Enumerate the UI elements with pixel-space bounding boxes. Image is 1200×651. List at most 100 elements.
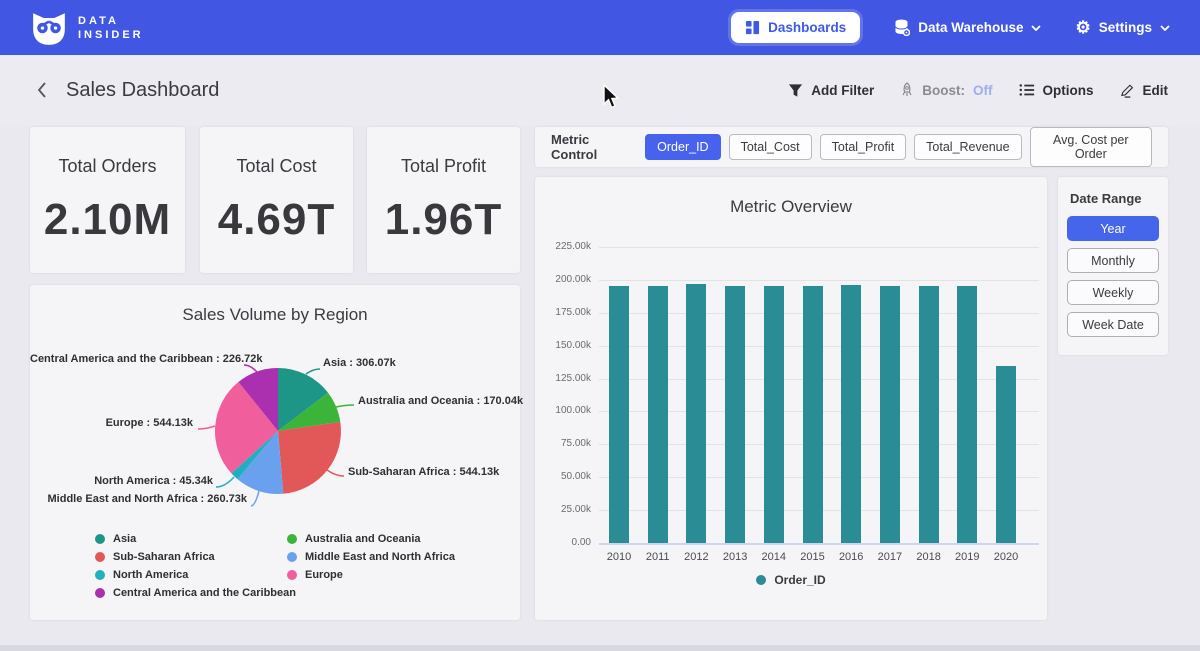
y-axis-tick: 25.00k (539, 504, 591, 515)
bar-chart-legend: Order_ID (535, 573, 1047, 587)
kpi-value: 2.10M (44, 195, 171, 245)
page-title: Sales Dashboard (66, 79, 219, 102)
bar-2012[interactable] (686, 284, 706, 543)
metric-chip-total-cost[interactable]: Total_Cost (729, 134, 812, 160)
x-axis-tick: 2012 (676, 551, 716, 563)
boost-toggle[interactable]: Boost: Off (900, 82, 992, 98)
y-axis-tick: 225.00k (539, 241, 591, 252)
date-range-panel: Date Range Year Monthly Weekly Week Date (1058, 177, 1168, 355)
date-range-week-date-button[interactable]: Week Date (1067, 312, 1159, 337)
pie-label-north-america: North America : 45.34k (30, 475, 213, 487)
date-range-label: Date Range (1070, 191, 1159, 206)
boost-label: Boost: (922, 83, 965, 98)
bar-2015[interactable] (803, 286, 823, 543)
page: DATA INSIDER Dashboards (0, 0, 1200, 651)
x-axis-tick: 2017 (870, 551, 910, 563)
dashboard-header: Sales Dashboard Add Filter Boost: Off (0, 55, 1200, 125)
kpi-label: Total Orders (58, 156, 156, 177)
date-range-weekly-button[interactable]: Weekly (1067, 280, 1159, 305)
settings-menu[interactable]: ⚙ Settings (1075, 19, 1170, 36)
pie-slice-sub-saharan-africa[interactable] (278, 422, 341, 494)
pencil-icon (1120, 83, 1135, 98)
legend-dot (95, 588, 105, 598)
header-actions: Add Filter Boost: Off Options (788, 82, 1168, 98)
metric-chip-total-revenue[interactable]: Total_Revenue (914, 134, 1021, 160)
pie-label-middle-east-and-north-africa: Middle East and North Africa : 260.73k (30, 493, 247, 505)
x-axis-tick: 2019 (947, 551, 987, 563)
kpi-label: Total Profit (401, 156, 486, 177)
x-axis-tick: 2016 (831, 551, 871, 563)
pie-label-asia: Asia : 306.07k (323, 357, 453, 369)
pie-legend-column-2: Australia and Oceania Middle East and Nor… (287, 533, 455, 581)
chevron-down-icon (1160, 25, 1170, 31)
metric-chip-avg-cost-per-order[interactable]: Avg. Cost per Order (1030, 127, 1152, 167)
sales-volume-chart-card: Sales Volume by Region Asia : 306.07kAus… (30, 285, 520, 620)
gridline (599, 247, 1039, 248)
x-axis-tick: 2013 (715, 551, 755, 563)
x-axis-tick: 2010 (599, 551, 639, 563)
date-range-year-button[interactable]: Year (1067, 216, 1159, 241)
bar-chart-title: Metric Overview (535, 197, 1047, 217)
pie-callout-line (336, 405, 354, 407)
x-axis-tick: 2015 (793, 551, 833, 563)
x-axis-tick: 2020 (986, 551, 1026, 563)
bar-2017[interactable] (880, 286, 900, 543)
bar-2011[interactable] (648, 286, 668, 543)
bar-2013[interactable] (725, 286, 745, 543)
pie-callout-line (244, 365, 257, 372)
y-axis-tick: 75.00k (539, 438, 591, 449)
kpi-card-total-profit: Total Profit 1.96T (367, 127, 520, 273)
y-axis-tick: 100.00k (539, 405, 591, 416)
brand-logo: DATA INSIDER (30, 9, 144, 47)
pie-legend-item[interactable]: Middle East and North Africa (287, 551, 455, 563)
pie-legend-item[interactable]: North America (95, 569, 296, 581)
kpi-value: 1.96T (385, 195, 503, 245)
brand-name: DATA INSIDER (78, 14, 144, 42)
chevron-down-icon (1031, 25, 1041, 31)
pie-label-sub-saharan-africa: Sub-Saharan Africa : 544.13k (348, 466, 508, 478)
bar-2020[interactable] (996, 366, 1016, 543)
bar-2016[interactable] (841, 285, 861, 543)
edit-button[interactable]: Edit (1120, 83, 1169, 98)
bar-2018[interactable] (919, 286, 939, 543)
options-button[interactable]: Options (1019, 83, 1094, 98)
data-warehouse-menu[interactable]: Data Warehouse (894, 19, 1041, 36)
boost-state: Off (973, 83, 993, 98)
legend-dot (95, 534, 105, 544)
add-filter-label: Add Filter (811, 83, 874, 98)
kpi-card-total-orders: Total Orders 2.10M (30, 127, 185, 273)
metric-chip-total-profit[interactable]: Total_Profit (820, 134, 907, 160)
bar-2010[interactable] (609, 286, 629, 543)
metric-control-bar: Metric Control Order_ID Total_Cost Total… (535, 127, 1168, 167)
back-button[interactable] (32, 77, 52, 103)
y-axis-tick: 0.00 (539, 537, 591, 548)
metric-chip-order-id[interactable]: Order_ID (645, 134, 720, 160)
date-range-monthly-button[interactable]: Monthly (1067, 248, 1159, 273)
pie-label-europe: Europe : 544.13k (43, 417, 193, 429)
chevron-left-icon (36, 81, 48, 99)
pie-label-central-america-and-the-caribbean: Central America and the Caribbean : 226.… (30, 353, 240, 365)
legend-label: Central America and the Caribbean (113, 587, 296, 599)
pie-legend-item[interactable]: Europe (287, 569, 455, 581)
y-axis-tick: 125.00k (539, 373, 591, 384)
kpi-value: 4.69T (218, 195, 336, 245)
legend-dot (287, 552, 297, 562)
dashboards-button[interactable]: Dashboards (731, 12, 860, 43)
data-warehouse-label: Data Warehouse (918, 20, 1023, 35)
legend-dot (756, 575, 766, 585)
y-axis-tick: 150.00k (539, 340, 591, 351)
legend-dot (287, 534, 297, 544)
metric-overview-chart-card: Metric Overview Order_ID 0.0025.00k50.00… (535, 177, 1047, 620)
pie-legend-item[interactable]: Australia and Oceania (287, 533, 455, 545)
gridline (599, 543, 1039, 545)
pie-legend-item[interactable]: Asia (95, 533, 296, 545)
y-axis-tick: 200.00k (539, 274, 591, 285)
bar-2014[interactable] (764, 286, 784, 543)
legend-label: Order_ID (774, 573, 825, 587)
brand-line2: INSIDER (78, 28, 144, 42)
legend-label: Middle East and North Africa (305, 551, 455, 563)
bar-2019[interactable] (957, 286, 977, 543)
pie-legend-item[interactable]: Sub-Saharan Africa (95, 551, 296, 563)
pie-legend-item[interactable]: Central America and the Caribbean (95, 587, 296, 599)
add-filter-button[interactable]: Add Filter (788, 83, 874, 98)
